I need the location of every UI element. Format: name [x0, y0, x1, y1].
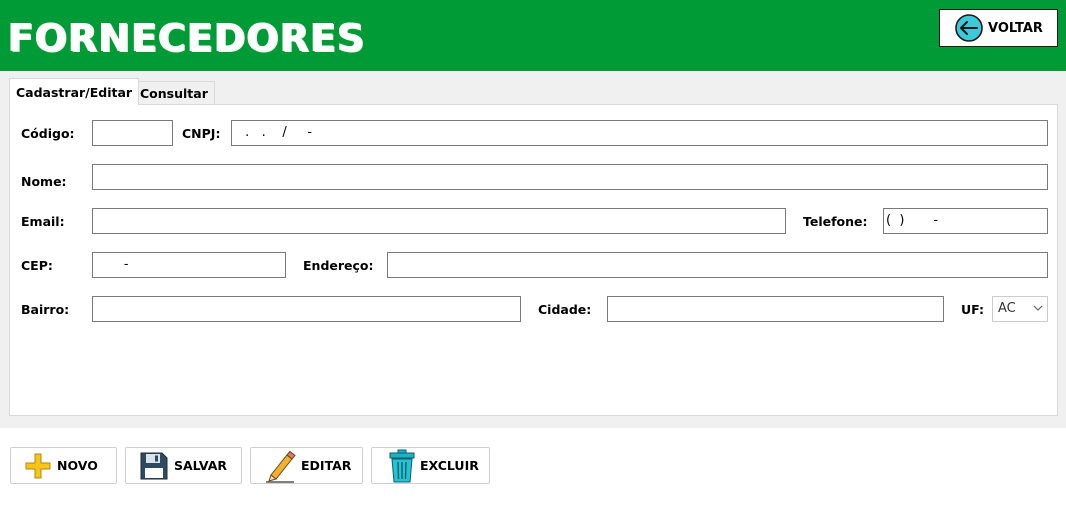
telefone-field[interactable]: ( ) - — [883, 208, 1048, 234]
cidade-field[interactable] — [607, 296, 944, 322]
chevron-down-icon — [1033, 305, 1043, 311]
excluir-button[interactable]: EXCLUIR — [371, 447, 490, 484]
cnpj-field[interactable]: . . / - — [231, 120, 1048, 146]
endereco-field[interactable] — [387, 252, 1048, 278]
editar-button-label: EDITAR — [301, 458, 352, 473]
endereco-label: Endereço: — [303, 258, 374, 273]
trash-icon — [389, 449, 415, 482]
tab-consultar[interactable]: Consultar — [133, 81, 215, 105]
form-area: Cadastrar/Editar Consultar Código: CNPJ:… — [0, 71, 1066, 428]
tab-cadastrar-editar[interactable]: Cadastrar/Editar — [9, 78, 140, 105]
back-button[interactable]: VOLTAR — [939, 9, 1058, 47]
codigo-field[interactable] — [92, 120, 173, 146]
novo-button[interactable]: NOVO — [10, 447, 117, 484]
email-field[interactable] — [92, 208, 786, 234]
back-button-label: VOLTAR — [988, 20, 1043, 36]
floppy-disk-icon — [140, 452, 168, 479]
cidade-label: Cidade: — [538, 302, 592, 317]
plus-icon — [25, 453, 51, 478]
cep-field[interactable]: - — [92, 252, 286, 278]
nome-field[interactable] — [92, 164, 1048, 190]
salvar-button-label: SALVAR — [174, 458, 228, 473]
telefone-label: Telefone: — [803, 214, 868, 229]
pencil-icon — [266, 450, 296, 483]
uf-select[interactable]: AC — [992, 296, 1048, 322]
codigo-label: Código: — [21, 126, 75, 141]
bairro-field[interactable] — [92, 296, 521, 322]
uf-select-value: AC — [998, 301, 1016, 316]
uf-label: UF: — [961, 302, 985, 317]
page-title: FORNECEDORES — [8, 16, 366, 60]
novo-button-label: NOVO — [57, 458, 98, 473]
cep-label: CEP: — [21, 258, 53, 273]
editar-button[interactable]: EDITAR — [250, 447, 363, 484]
arrow-left-circle-icon — [955, 14, 983, 42]
tab-panel: Código: CNPJ: . . / - Nome: Email: Telef… — [9, 104, 1058, 416]
salvar-button[interactable]: SALVAR — [125, 447, 242, 484]
nome-label: Nome: — [21, 174, 67, 189]
cnpj-label: CNPJ: — [182, 126, 221, 141]
excluir-button-label: EXCLUIR — [420, 458, 479, 473]
header-bar: FORNECEDORES VOLTAR — [0, 0, 1066, 71]
bairro-label: Bairro: — [21, 302, 70, 317]
email-label: Email: — [21, 214, 65, 229]
